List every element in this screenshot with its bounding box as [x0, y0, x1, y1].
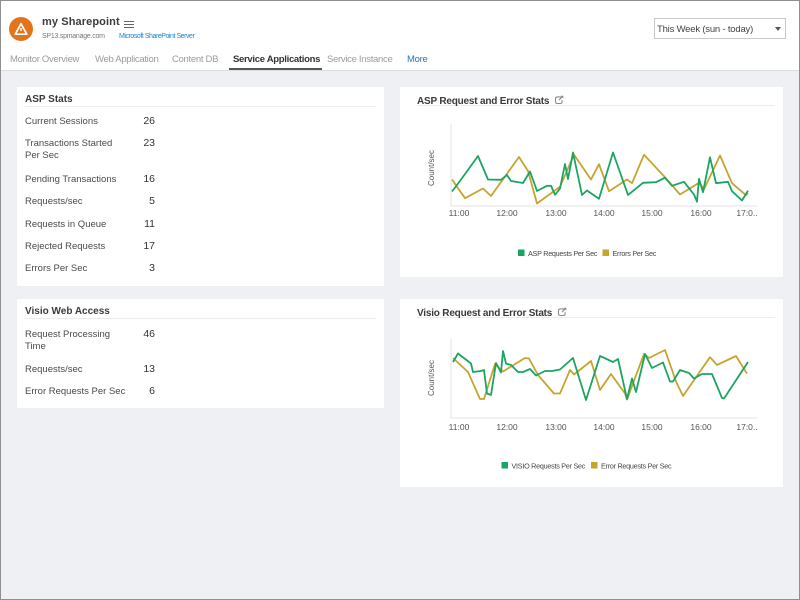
svg-text:Errors Per Sec: Errors Per Sec	[613, 249, 657, 258]
svg-text:VISIO Requests Per Sec: VISIO Requests Per Sec	[512, 462, 586, 471]
svg-text:14:00: 14:00	[593, 422, 615, 432]
svg-text:13:00: 13:00	[545, 208, 567, 218]
svg-text:13:00: 13:00	[545, 422, 567, 432]
svg-text:11:00: 11:00	[449, 208, 470, 218]
svg-text:16:00: 16:00	[690, 422, 712, 432]
svg-text:15:00: 15:00	[641, 422, 663, 432]
svg-text:Error Requests Per Sec: Error Requests Per Sec	[601, 462, 672, 471]
svg-text:Count/sec: Count/sec	[427, 360, 436, 396]
svg-text:11:00: 11:00	[449, 422, 470, 432]
svg-text:12:00: 12:00	[496, 208, 518, 218]
svg-text:Count/sec: Count/sec	[427, 150, 436, 186]
svg-text:14:00: 14:00	[593, 208, 615, 218]
svg-text:16:00: 16:00	[690, 208, 712, 218]
svg-text:15:00: 15:00	[641, 208, 663, 218]
svg-text:17:0..: 17:0..	[736, 208, 757, 218]
svg-text:17:0..: 17:0..	[736, 422, 757, 432]
svg-text:12:00: 12:00	[496, 422, 518, 432]
svg-text:ASP Requests Per Sec: ASP Requests Per Sec	[528, 249, 598, 258]
